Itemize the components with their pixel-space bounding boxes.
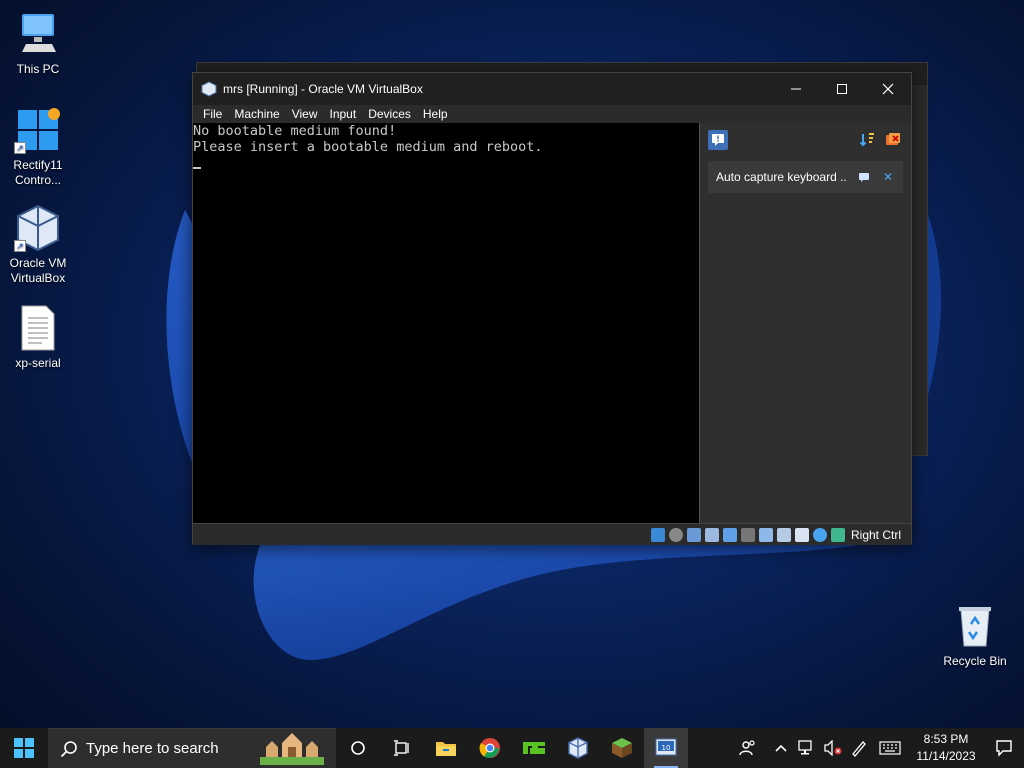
desktop-icon-label: Recycle Bin bbox=[943, 654, 1007, 668]
grass-block-icon bbox=[612, 738, 632, 758]
sort-icon[interactable] bbox=[857, 130, 877, 150]
vm-window-titlebar[interactable]: mrs [Running] - Oracle VM VirtualBox bbox=[193, 73, 911, 105]
display-icon[interactable] bbox=[758, 527, 773, 542]
vm-window[interactable]: mrs [Running] - Oracle VM VirtualBox Fil… bbox=[192, 72, 912, 545]
taskbar-search[interactable] bbox=[48, 728, 336, 768]
widgets-button[interactable] bbox=[380, 728, 424, 768]
system-tray: 8:53 PM 11/14/2023 bbox=[728, 728, 1024, 768]
notification-text: Auto capture keyboard ... bbox=[716, 170, 847, 184]
desktop-icon-label: Rectify11 Contro... bbox=[13, 158, 63, 187]
virtualization-icon[interactable] bbox=[794, 527, 809, 542]
notifications-button[interactable] bbox=[984, 739, 1024, 757]
start-button[interactable] bbox=[0, 728, 48, 768]
dismiss-notification-icon[interactable]: ✕ bbox=[881, 170, 895, 184]
menu-machine[interactable]: Machine bbox=[228, 107, 285, 121]
taskbar-clock[interactable]: 8:53 PM 11/14/2023 bbox=[908, 731, 984, 765]
task-view-icon bbox=[394, 740, 409, 756]
clear-all-icon[interactable] bbox=[883, 130, 903, 150]
optical-drive-icon[interactable] bbox=[668, 527, 683, 542]
vm-menubar: File Machine View Input Devices Help bbox=[193, 105, 911, 123]
minimize-icon bbox=[791, 88, 801, 90]
chrome-button[interactable] bbox=[468, 728, 512, 768]
menu-view[interactable]: View bbox=[286, 107, 324, 121]
notification-toolbar bbox=[700, 123, 911, 157]
notification-speech-icon bbox=[996, 740, 1012, 757]
menu-input[interactable]: Input bbox=[324, 107, 363, 121]
desktop-icon-xp-serial[interactable]: xp-serial bbox=[0, 304, 76, 371]
chrome-icon bbox=[479, 738, 500, 758]
vm-window-taskbar-button[interactable]: 10 bbox=[644, 728, 688, 768]
maximize-icon bbox=[837, 84, 847, 94]
menu-file[interactable]: File bbox=[197, 107, 228, 121]
task-view-button[interactable] bbox=[336, 728, 380, 768]
svg-text:10: 10 bbox=[662, 744, 671, 752]
virtualbox-vm-icon: 10 bbox=[655, 738, 677, 756]
desktop-icon-label: Oracle VM VirtualBox bbox=[9, 256, 67, 285]
close-button[interactable] bbox=[865, 73, 911, 105]
search-highlight-temple-icon bbox=[260, 733, 324, 765]
minecraft-button[interactable] bbox=[600, 728, 644, 768]
keyboard-capture-icon[interactable] bbox=[830, 527, 845, 542]
vm-statusbar: Right Ctrl bbox=[193, 523, 911, 545]
windows-logo-icon: ↗ bbox=[14, 106, 62, 154]
virtualbox-icon: ↗ bbox=[14, 204, 62, 252]
menu-help[interactable]: Help bbox=[417, 107, 454, 121]
minimize-button[interactable] bbox=[773, 73, 819, 105]
shared-folders-icon[interactable] bbox=[740, 527, 755, 542]
vm-window-title: mrs [Running] - Oracle VM VirtualBox bbox=[223, 82, 423, 96]
clock-time: 8:53 PM bbox=[923, 732, 969, 746]
virtualbox-app-icon bbox=[201, 81, 217, 97]
recording-icon[interactable] bbox=[776, 527, 791, 542]
touch-keyboard-icon[interactable] bbox=[872, 728, 908, 768]
usb-icon[interactable] bbox=[722, 527, 737, 542]
people-icon[interactable] bbox=[728, 728, 768, 768]
search-icon bbox=[60, 740, 77, 757]
recycle-bin-icon bbox=[951, 602, 999, 650]
desktop-icon-label: xp-serial bbox=[15, 356, 61, 370]
search-input[interactable] bbox=[86, 740, 246, 757]
hard-disk-icon[interactable] bbox=[650, 527, 665, 542]
notification-center-icon[interactable] bbox=[708, 130, 728, 150]
green-app-icon bbox=[523, 742, 545, 754]
virtualbox-taskbar-button[interactable] bbox=[556, 728, 600, 768]
virtualbox-icon bbox=[568, 737, 588, 759]
host-key-label: Right Ctrl bbox=[850, 527, 901, 542]
audio-icon[interactable] bbox=[686, 527, 701, 542]
windows-start-icon bbox=[14, 738, 34, 758]
do-not-show-again-icon[interactable] bbox=[857, 170, 871, 184]
notification-center-panel: Auto capture keyboard ... ✕ bbox=[699, 123, 911, 523]
show-hidden-icons-chevron-icon[interactable] bbox=[768, 728, 794, 768]
green-app-button[interactable] bbox=[512, 728, 556, 768]
desktop-icon-recycle-bin[interactable]: Recycle Bin bbox=[937, 602, 1013, 669]
folder-icon bbox=[436, 742, 456, 756]
screen-line: Please insert a bootable medium and rebo… bbox=[193, 139, 543, 155]
desktop-icon-this-pc[interactable]: This PC bbox=[0, 10, 76, 77]
text-file-icon bbox=[14, 304, 62, 352]
computer-icon bbox=[14, 10, 62, 58]
volume-muted-icon[interactable] bbox=[820, 728, 846, 768]
mouse-integration-icon[interactable] bbox=[812, 527, 827, 542]
taskbar: 10 8:53 PM 11/14/2023 bbox=[0, 728, 1024, 768]
desktop-icon-label: This PC bbox=[16, 62, 60, 76]
vm-display[interactable]: No bootable medium found! Please insert … bbox=[193, 123, 699, 523]
file-explorer-button[interactable] bbox=[424, 728, 468, 768]
network-tray-icon[interactable] bbox=[794, 728, 820, 768]
pen-icon[interactable] bbox=[846, 728, 872, 768]
shortcut-arrow-icon: ↗ bbox=[14, 142, 26, 154]
clock-date: 11/14/2023 bbox=[916, 749, 976, 763]
desktop-icon-rectify11[interactable]: ↗ Rectify11 Contro... bbox=[0, 106, 76, 188]
menu-devices[interactable]: Devices bbox=[362, 107, 417, 121]
network-icon[interactable] bbox=[704, 527, 719, 542]
maximize-button[interactable] bbox=[819, 73, 865, 105]
notification-item: Auto capture keyboard ... ✕ bbox=[708, 161, 903, 193]
close-icon bbox=[882, 83, 894, 95]
shortcut-arrow-icon: ↗ bbox=[14, 240, 26, 252]
cortana-circle-icon bbox=[351, 741, 365, 755]
text-cursor bbox=[193, 167, 201, 169]
screen-line: No bootable medium found! bbox=[193, 123, 397, 139]
desktop-icon-virtualbox[interactable]: ↗ Oracle VM VirtualBox bbox=[0, 204, 76, 286]
